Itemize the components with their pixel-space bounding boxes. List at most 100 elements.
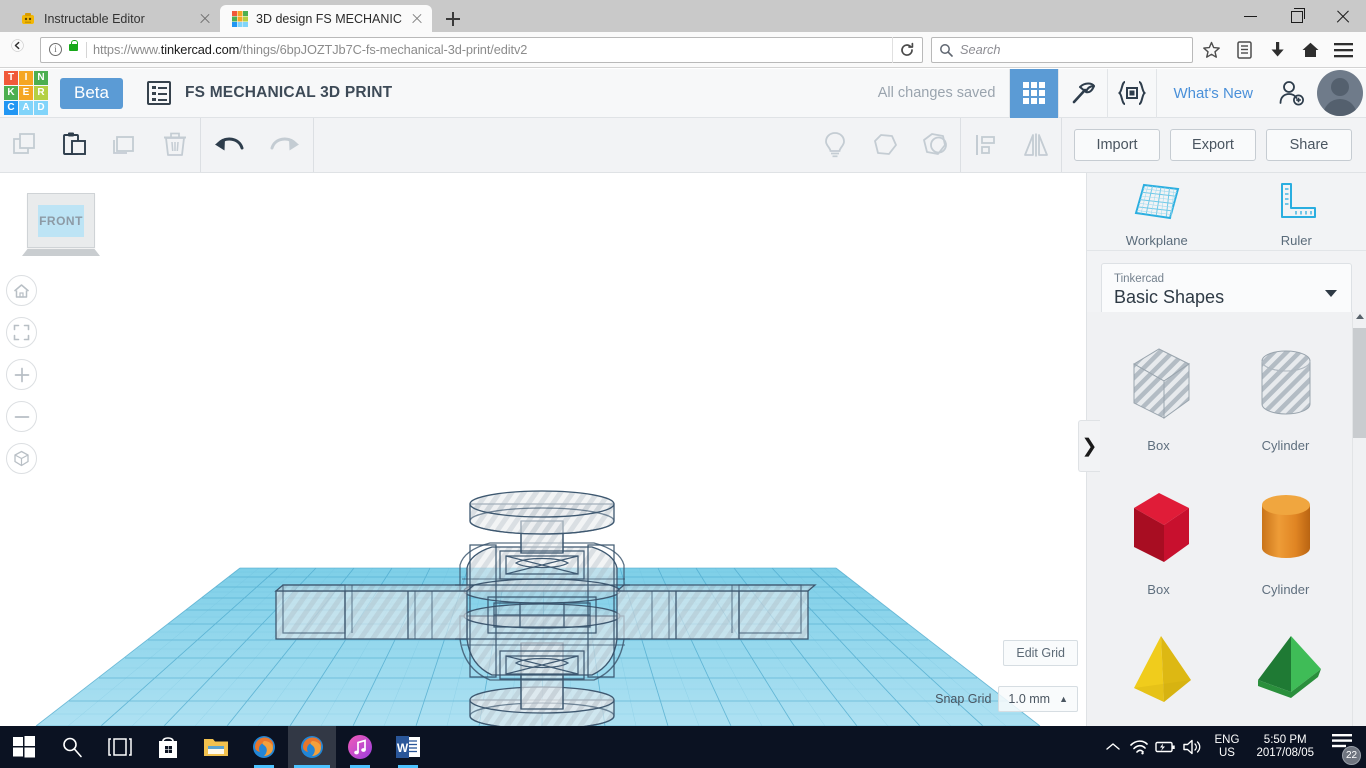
system-tray: ENG US 5:50 PM 2017/08/05 22 bbox=[1100, 726, 1366, 768]
search-button[interactable] bbox=[48, 726, 96, 768]
instructables-robot-icon bbox=[20, 11, 36, 27]
save-status: All changes saved bbox=[877, 85, 996, 101]
home-icon[interactable] bbox=[1294, 35, 1327, 65]
wifi-icon[interactable] bbox=[1126, 726, 1152, 768]
shape-item-solid-cylinder[interactable]: Cylinder bbox=[1222, 464, 1349, 602]
bookmark-star-icon[interactable] bbox=[1195, 35, 1228, 65]
page-title[interactable]: FS MECHANICAL 3D PRINT bbox=[185, 84, 392, 102]
panel-tools: Workplane Ruler bbox=[1087, 173, 1366, 251]
whats-new-link[interactable]: What's New bbox=[1156, 68, 1269, 118]
chevron-up-icon[interactable] bbox=[1100, 726, 1126, 768]
close-icon[interactable] bbox=[410, 12, 424, 26]
avatar[interactable] bbox=[1317, 70, 1363, 116]
info-icon[interactable]: i bbox=[47, 41, 65, 59]
home-view-button[interactable] bbox=[6, 275, 37, 306]
scrollbar-thumb[interactable] bbox=[1353, 328, 1366, 438]
battery-charging-icon[interactable] bbox=[1152, 726, 1178, 768]
snap-grid-dropdown[interactable]: 1.0 mm ▲ bbox=[998, 686, 1078, 712]
workplane-tool[interactable]: Workplane bbox=[1087, 173, 1227, 250]
export-button[interactable]: Export bbox=[1170, 129, 1256, 161]
speaker-icon[interactable] bbox=[1178, 726, 1206, 768]
shape-item-hole-cylinder[interactable]: Cylinder bbox=[1222, 320, 1349, 458]
logo-cell-a: A bbox=[19, 100, 33, 115]
close-icon[interactable] bbox=[198, 12, 212, 26]
address-bar-url: https://www.tinkercad.com/things/6bpJOZT… bbox=[93, 42, 527, 57]
beta-badge[interactable]: Beta bbox=[60, 77, 123, 109]
reload-button[interactable] bbox=[892, 36, 920, 63]
ruler-tool[interactable]: Ruler bbox=[1227, 173, 1366, 250]
close-icon[interactable] bbox=[1320, 0, 1366, 32]
snap-grid-row: Snap Grid 1.0 mm ▲ bbox=[935, 686, 1078, 712]
add-person-icon[interactable] bbox=[1269, 69, 1313, 118]
start-button[interactable] bbox=[0, 726, 48, 768]
browser-titlebar: Instructable Editor 3D design FS MECHANI… bbox=[0, 0, 1366, 32]
import-button[interactable]: Import bbox=[1074, 129, 1160, 161]
window-controls bbox=[1228, 0, 1366, 32]
align-button[interactable] bbox=[961, 118, 1011, 172]
new-tab-button[interactable] bbox=[438, 5, 468, 32]
group-button[interactable] bbox=[860, 118, 910, 172]
minecraft-pickaxe-icon[interactable] bbox=[1058, 68, 1107, 118]
store-button[interactable] bbox=[144, 726, 192, 768]
hint-button[interactable] bbox=[810, 118, 860, 172]
view-cube[interactable]: FRONT bbox=[22, 193, 100, 257]
ungroup-button[interactable] bbox=[910, 118, 960, 172]
clock[interactable]: 5:50 PM 2017/08/05 bbox=[1248, 734, 1322, 760]
design-list-icon[interactable] bbox=[146, 81, 171, 105]
view-cube-face[interactable]: FRONT bbox=[27, 193, 95, 248]
logo-cell-e: E bbox=[19, 85, 33, 100]
browser-search-box[interactable]: Search bbox=[931, 36, 1193, 63]
zoom-out-button[interactable] bbox=[6, 401, 37, 432]
copy-button[interactable] bbox=[0, 118, 50, 172]
browser-tab-instructable[interactable]: Instructable Editor bbox=[8, 5, 220, 32]
fit-to-view-button[interactable] bbox=[6, 317, 37, 348]
action-center-button[interactable]: 22 bbox=[1322, 726, 1364, 768]
firefox-active-button[interactable] bbox=[288, 726, 336, 768]
address-bar[interactable]: i https://www.tinkercad.com/things/6bpJO… bbox=[40, 36, 923, 63]
minimize-icon[interactable] bbox=[1228, 0, 1274, 32]
orthographic-toggle-button[interactable] bbox=[6, 443, 37, 474]
mirror-button[interactable] bbox=[1011, 118, 1061, 172]
chevron-down-icon bbox=[1325, 290, 1337, 297]
share-button[interactable]: Share bbox=[1266, 129, 1352, 161]
downloads-icon[interactable] bbox=[1261, 35, 1294, 65]
back-button[interactable] bbox=[6, 35, 38, 65]
itunes-button[interactable] bbox=[336, 726, 384, 768]
browser-tab-tinkercad[interactable]: 3D design FS MECHANICAL bbox=[220, 5, 432, 32]
search-icon bbox=[939, 43, 953, 57]
shape-library-group: Tinkercad bbox=[1114, 273, 1165, 285]
restore-icon[interactable] bbox=[1274, 0, 1320, 32]
zoom-in-button[interactable] bbox=[6, 359, 37, 390]
clock-time: 5:50 PM bbox=[1263, 734, 1307, 746]
divider bbox=[86, 41, 87, 58]
shape-item-solid-roof[interactable]: Roof bbox=[1222, 608, 1349, 726]
file-explorer-button[interactable] bbox=[192, 726, 240, 768]
blocks-grid-icon[interactable] bbox=[1009, 68, 1059, 118]
codeblocks-icon[interactable] bbox=[1107, 68, 1156, 118]
edit-toolbar: Import Export Share bbox=[0, 118, 1366, 173]
design-canvas[interactable]: FRONT Edit Grid Snap Grid 1.0 mm ▲ bbox=[0, 173, 1086, 726]
shape-item-solid-box[interactable]: Box bbox=[1095, 464, 1222, 602]
scroll-up-icon[interactable] bbox=[1356, 314, 1364, 319]
shape-panel-scrollbar[interactable] bbox=[1352, 312, 1366, 726]
edit-grid-button[interactable]: Edit Grid bbox=[1003, 640, 1078, 666]
search-magnifier-icon bbox=[63, 737, 82, 758]
language-indicator[interactable]: ENG US bbox=[1206, 734, 1249, 760]
view-cube-base bbox=[22, 249, 100, 256]
shape-item-solid-pyramid[interactable]: Pyramid bbox=[1095, 608, 1222, 726]
tinkercad-logo[interactable]: T I N K E R C A D bbox=[4, 70, 50, 117]
paste-button[interactable] bbox=[50, 118, 100, 172]
menu-icon[interactable] bbox=[1327, 35, 1360, 65]
library-icon[interactable] bbox=[1228, 35, 1261, 65]
firefox-button[interactable] bbox=[240, 726, 288, 768]
word-button[interactable]: W bbox=[384, 726, 432, 768]
logo-cell-i: I bbox=[19, 70, 33, 85]
duplicate-button[interactable] bbox=[100, 118, 150, 172]
task-view-button[interactable] bbox=[96, 726, 144, 768]
undo-button[interactable] bbox=[201, 118, 257, 172]
delete-button[interactable] bbox=[150, 118, 200, 172]
shape-item-hole-box[interactable]: Box bbox=[1095, 320, 1222, 458]
collapse-panel-button[interactable]: ❯ bbox=[1078, 420, 1100, 472]
app-header-right: All changes saved What's New bbox=[877, 68, 1366, 118]
redo-button[interactable] bbox=[257, 118, 313, 172]
